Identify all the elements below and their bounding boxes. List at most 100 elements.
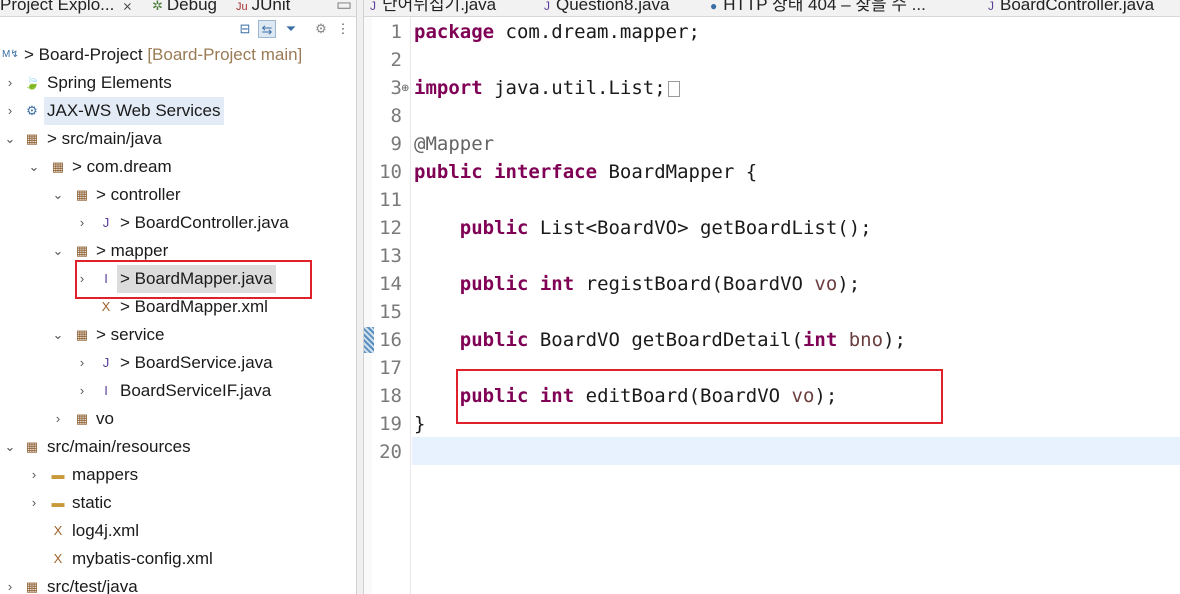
tree-item-log4j-xml[interactable]: X log4j.xml	[0, 517, 356, 545]
tree-item-label: > BoardMapper.xml	[120, 297, 268, 316]
folded-imports-icon[interactable]	[667, 80, 680, 97]
tree-item-jax-ws[interactable]: › ⚙ JAX-WS Web Services	[0, 97, 356, 125]
chevron-right-icon[interactable]: ›	[27, 461, 41, 489]
tree-item-label: mybatis-config.xml	[72, 549, 213, 568]
java-file-icon: J	[102, 215, 110, 230]
source-folder-icon: ▦	[25, 439, 39, 454]
package-icon: ▦	[75, 187, 89, 202]
editor-tab-boardcontroller[interactable]: J BoardController.java	[988, 0, 1154, 15]
tree-item-label: > BoardService.java	[120, 353, 273, 372]
fold-expand-icon[interactable]: ⊕	[401, 83, 409, 94]
tab-project-explorer[interactable]: Project Explo... ⨯	[0, 0, 132, 15]
tree-item-boardmapper-xml[interactable]: X > BoardMapper.xml	[0, 293, 356, 321]
debug-icon: ✲	[152, 0, 163, 13]
xml-file-icon: X	[53, 523, 63, 538]
tree-item-mybatis-config-xml[interactable]: X mybatis-config.xml	[0, 545, 356, 573]
line-number: 15	[379, 301, 402, 323]
chevron-right-icon[interactable]: ›	[3, 97, 17, 125]
link-with-editor-icon[interactable]: ⇆	[258, 20, 276, 38]
tab-debug[interactable]: ✲ Debug	[152, 0, 217, 15]
collapse-all-icon[interactable]: ⊟	[236, 20, 254, 38]
explorer-tab-bar: Project Explo... ⨯ ✲ Debug Ju JUnit ▭	[0, 0, 356, 17]
source-folder-icon: ▦	[25, 579, 39, 594]
chevron-down-icon[interactable]: ⌄	[51, 237, 65, 265]
line-number: 8	[390, 105, 402, 127]
editor-tab-http-404[interactable]: ● HTTP 상태 404 – 찾을 수 ...	[710, 0, 926, 15]
chevron-right-icon[interactable]: ›	[27, 489, 41, 517]
package-icon: ▦	[51, 159, 65, 174]
code-line-get-board-detail: public BoardVO getBoardDetail(int bno);	[414, 326, 906, 354]
overview-ruler	[364, 17, 372, 594]
tree-item-label: mappers	[72, 465, 139, 484]
chevron-right-icon[interactable]: ›	[3, 69, 17, 97]
line-number: 16	[379, 329, 402, 351]
chevron-down-icon[interactable]: ⌄	[51, 181, 65, 209]
view-menu-icon[interactable]: ⋮	[334, 20, 352, 38]
chevron-down-icon[interactable]: ⌄	[27, 153, 41, 181]
tree-item-label: static	[72, 493, 112, 512]
close-icon[interactable]: ⨯	[122, 0, 132, 13]
tree-item-label: > service	[96, 325, 165, 344]
chevron-right-icon[interactable]: ›	[3, 573, 17, 594]
tree-item-controller[interactable]: ⌄ ▦ > controller	[0, 181, 356, 209]
editor-tab-word-reverse[interactable]: J 단어뒤집기.java	[370, 0, 496, 15]
tab-label: Debug	[166, 0, 218, 14]
tree-item-mappers[interactable]: › ▬ mappers	[0, 461, 356, 489]
more-tabs-icon[interactable]: ▭	[336, 0, 352, 15]
chevron-right-icon[interactable]: ›	[75, 209, 89, 237]
tree-item-label: > src/main/java	[47, 129, 162, 148]
tree-item-vo[interactable]: › ▦ vo	[0, 405, 356, 433]
java-file-icon: J	[988, 0, 994, 13]
editor-tab-question8[interactable]: J Question8.java	[544, 0, 669, 15]
tab-label: Project Explo...	[0, 0, 115, 14]
keyword: interface	[494, 161, 598, 183]
tree-item-com-dream[interactable]: ⌄ ▦ > com.dream	[0, 153, 356, 181]
java-interface-file-icon: I	[104, 383, 108, 398]
folder-icon: ▬	[51, 467, 65, 482]
package-icon: ▦	[75, 243, 89, 258]
code-line-interface-decl: public interface BoardMapper {	[414, 158, 757, 186]
tab-junit[interactable]: Ju JUnit	[236, 0, 290, 15]
focus-icon[interactable]: ⚙	[312, 20, 330, 38]
tree-item-src-main-resources[interactable]: ⌄ ▦ src/main/resources	[0, 433, 356, 461]
keyword: int	[539, 273, 575, 295]
tree-item-boardservice-java[interactable]: › J > BoardService.java	[0, 349, 356, 377]
tab-label: BoardController.java	[1000, 0, 1155, 14]
explorer-toolbar: ⊟ ⇆ ⏷ ⚙ ⋮	[236, 20, 354, 40]
tree-item-src-test-java[interactable]: › ▦ src/test/java	[0, 573, 356, 594]
keyword: int	[802, 329, 838, 351]
filter-icon[interactable]: ⏷	[282, 20, 300, 38]
tab-label: JUnit	[251, 0, 291, 14]
chevron-right-icon[interactable]: ›	[75, 349, 89, 377]
code-editor[interactable]: package com.dream.mapper; import java.ut…	[412, 17, 1180, 594]
tree-item-src-main-java[interactable]: ⌄ ▦ > src/main/java	[0, 125, 356, 153]
browser-icon: ●	[710, 0, 718, 13]
change-marker[interactable]	[364, 327, 374, 353]
tree-item-label: > controller	[96, 185, 181, 204]
tree-item-spring-elements[interactable]: › 🍃 Spring Elements	[0, 69, 356, 97]
code-text: );	[837, 273, 861, 295]
java-file-icon: J	[102, 355, 110, 370]
panel-splitter[interactable]	[356, 0, 364, 594]
line-number: 3	[390, 77, 402, 99]
chevron-right-icon[interactable]: ›	[75, 377, 89, 405]
keyword: public	[459, 329, 529, 351]
code-line-regist-board: public int registBoard(BoardVO vo);	[414, 270, 860, 298]
tree-item-boardcontroller-java[interactable]: › J > BoardController.java	[0, 209, 356, 237]
tree-item-boardserviceif-java[interactable]: › I BoardServiceIF.java	[0, 377, 356, 405]
package-icon: ▦	[75, 411, 89, 426]
tree-item-service[interactable]: ⌄ ▦ > service	[0, 321, 356, 349]
line-number: 2	[390, 49, 402, 71]
keyword: import	[414, 77, 483, 99]
chevron-down-icon[interactable]: ⌄	[51, 321, 65, 349]
chevron-right-icon[interactable]: ›	[51, 405, 65, 433]
tree-item-static[interactable]: › ▬ static	[0, 489, 356, 517]
chevron-down-icon[interactable]: ⌄	[3, 433, 17, 461]
chevron-down-icon[interactable]: ⌄	[3, 125, 17, 153]
code-text: BoardVO getBoardDetail(	[528, 329, 803, 351]
project-explorer-panel: Project Explo... ⨯ ✲ Debug Ju JUnit ▭ ⊟ ⇆ ⏷…	[0, 0, 356, 594]
tree-item-label: src/main/resources	[47, 437, 191, 456]
code-line-import: import java.util.List;	[414, 74, 680, 102]
line-number: 13	[379, 245, 402, 267]
tree-item-board-project[interactable]: M↯ > Board-Project [Board-Project main]	[0, 41, 356, 69]
